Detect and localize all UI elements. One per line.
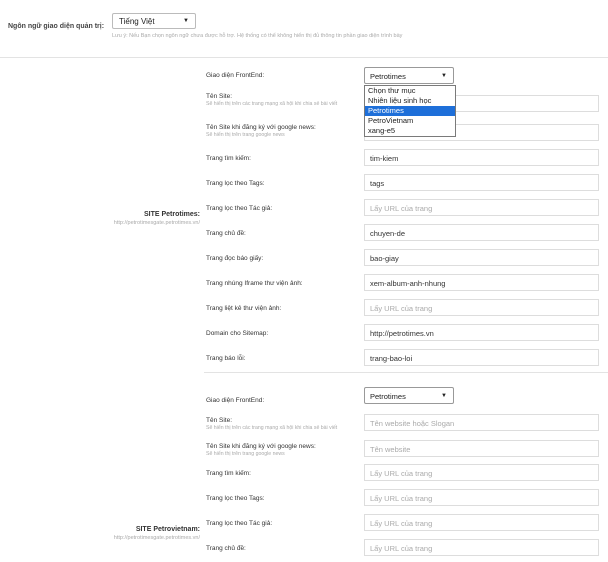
frontend-select[interactable]: Petrotimes ▼ xyxy=(364,67,454,84)
author-page-input[interactable]: Lấy URL của trang xyxy=(364,199,599,216)
admin-language-label: Ngôn ngữ giao diện quản trị: xyxy=(8,23,105,30)
paper-page-label: Trang đọc báo giấy: xyxy=(206,255,264,262)
sitemap-domain-input[interactable]: http://petrotimes.vn xyxy=(364,324,599,341)
site-title: SITE Petrovietnam: xyxy=(135,526,200,533)
site-name-hint: Sẽ hiển thị trên các trang mạng xã hội k… xyxy=(206,425,338,431)
site-name-label: Tên Site: xyxy=(206,93,233,100)
chevron-down-icon: ▼ xyxy=(441,73,447,79)
section-divider xyxy=(0,57,608,58)
error-page-label: Trang báo lỗi: xyxy=(206,355,246,362)
topic-page-input[interactable]: Lấy URL của trang xyxy=(364,539,599,556)
chevron-down-icon: ▼ xyxy=(183,18,189,24)
google-news-name-hint: Sẽ hiển thị trên trang google news xyxy=(206,132,285,138)
dropdown-option-selected[interactable]: Petrotimes xyxy=(365,106,455,116)
google-news-name-label: Tên Site khi đăng ký với google news: xyxy=(206,124,316,131)
dropdown-option[interactable]: xang-e5 xyxy=(365,126,455,136)
dropdown-option[interactable]: PetroVietnam xyxy=(365,116,455,126)
search-page-label: Trang tìm kiếm: xyxy=(206,155,251,162)
search-page-input[interactable]: tim-kiem xyxy=(364,149,599,166)
topic-page-label: Trang chủ đề: xyxy=(206,545,246,552)
site-name-input[interactable]: Tên website hoặc Slogan xyxy=(364,414,599,431)
section-divider xyxy=(204,372,608,373)
search-page-label: Trang tìm kiếm: xyxy=(206,470,251,477)
frontend-label: Giao diện FrontEnd: xyxy=(206,72,265,79)
author-page-label: Trang lọc theo Tác giả: xyxy=(206,520,273,527)
google-news-name-input[interactable]: Tên website xyxy=(364,440,599,457)
error-page-input[interactable]: trang-bao-loi xyxy=(364,349,599,366)
google-news-name-hint: Sẽ hiển thị trên trang google news xyxy=(206,451,285,457)
google-news-name-label: Tên Site khi đăng ký với google news: xyxy=(206,443,316,450)
tags-page-label: Trang lọc theo Tags: xyxy=(206,180,265,187)
iframe-gallery-input[interactable]: xem-album-anh-nhung xyxy=(364,274,599,291)
frontend-select[interactable]: Petrotimes ▼ xyxy=(364,387,454,404)
frontend-dropdown-list: Chọn thư mục Nhiên liệu sinh học Petroti… xyxy=(364,85,456,137)
gallery-list-input[interactable]: Lấy URL của trang xyxy=(364,299,599,316)
paper-page-input[interactable]: bao-giay xyxy=(364,249,599,266)
search-page-input[interactable]: Lấy URL của trang xyxy=(364,464,599,481)
tags-page-input[interactable]: tags xyxy=(364,174,599,191)
site-url: http://petrotimesgate.petrotimes.vn/ xyxy=(113,535,200,541)
site-title: SITE Petrotimes: xyxy=(143,211,200,218)
dropdown-option[interactable]: Chọn thư mục xyxy=(365,86,455,96)
author-page-label: Trang lọc theo Tác giả: xyxy=(206,205,273,212)
tags-page-input[interactable]: Lấy URL của trang xyxy=(364,489,599,506)
author-page-input[interactable]: Lấy URL của trang xyxy=(364,514,599,531)
topic-page-input[interactable]: chuyen-de xyxy=(364,224,599,241)
admin-language-select[interactable]: Tiếng Việt ▼ xyxy=(112,13,196,29)
site-name-hint: Sẽ hiển thị trên các trang mạng xã hội k… xyxy=(206,101,338,107)
admin-language-value: Tiếng Việt xyxy=(119,17,155,26)
gallery-list-label: Trang liệt kê thư viện ảnh: xyxy=(206,305,282,312)
frontend-select-value: Petrotimes xyxy=(370,392,406,401)
site-name-label: Tên Site: xyxy=(206,417,233,424)
frontend-label: Giao diện FrontEnd: xyxy=(206,397,265,404)
tags-page-label: Trang lọc theo Tags: xyxy=(206,495,265,502)
chevron-down-icon: ▼ xyxy=(441,393,447,399)
iframe-gallery-label: Trang nhúng Iframe thư viện ảnh: xyxy=(206,280,303,287)
sitemap-domain-label: Domain cho Sitemap: xyxy=(206,330,269,337)
site-url: http://petrotimesgate.petrotimes.vn/ xyxy=(113,220,200,226)
admin-language-note: Lưu ý: Nếu Bạn chọn ngôn ngữ chưa được h… xyxy=(112,33,403,39)
frontend-select-value: Petrotimes xyxy=(370,72,406,81)
topic-page-label: Trang chủ đề: xyxy=(206,230,246,237)
dropdown-option[interactable]: Nhiên liệu sinh học xyxy=(365,96,455,106)
